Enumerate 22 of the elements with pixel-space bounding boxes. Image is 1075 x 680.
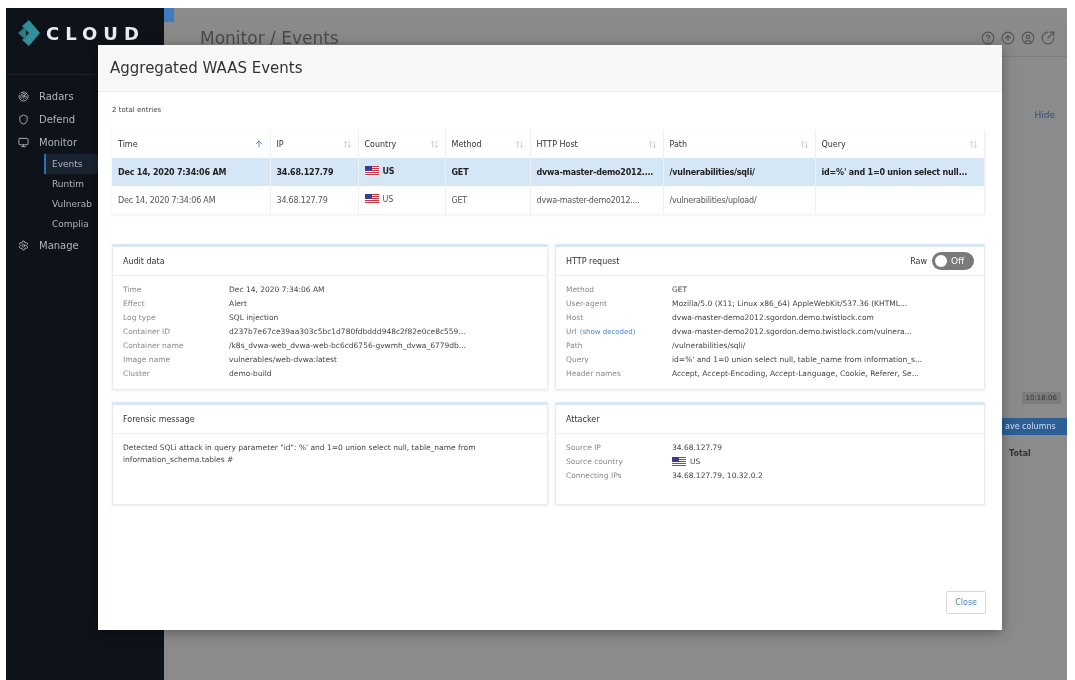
toggle-label: Raw: [910, 256, 927, 266]
table-cell: US: [382, 166, 395, 176]
table-cell: GET: [451, 167, 469, 177]
logo-text: CLOUD: [46, 22, 145, 44]
table-cell: Dec 14, 2020 7:34:06 AM: [118, 167, 227, 177]
page-title: Monitor / Events: [200, 28, 339, 48]
table-cell: 34.68.127.79: [276, 167, 334, 177]
table-cell: US: [382, 194, 394, 204]
table-cell: id=%' and 1=0 union select null...: [821, 167, 968, 177]
table-cell: /vulnerabilities/sqli/: [669, 167, 755, 177]
dialog-title: Aggregated WAAS Events: [110, 59, 303, 77]
table-cell: dvwa-master-demo2012....: [536, 167, 654, 177]
table-cell: dvwa-master-demo2012....: [536, 195, 640, 205]
card-title: HTTP request: [566, 256, 620, 266]
table-cell: 34.68.127.79: [276, 195, 328, 205]
card-title: Audit data: [123, 256, 165, 266]
column-header: Total: [1009, 449, 1032, 458]
table-cell: /vulnerabilities/upload/: [669, 195, 757, 205]
card-title: Forensic message: [123, 414, 195, 424]
table-cell: GET: [451, 195, 468, 205]
card-title: Attacker: [566, 414, 600, 424]
table-cell: Dec 14, 2020 7:34:06 AM: [118, 195, 216, 205]
